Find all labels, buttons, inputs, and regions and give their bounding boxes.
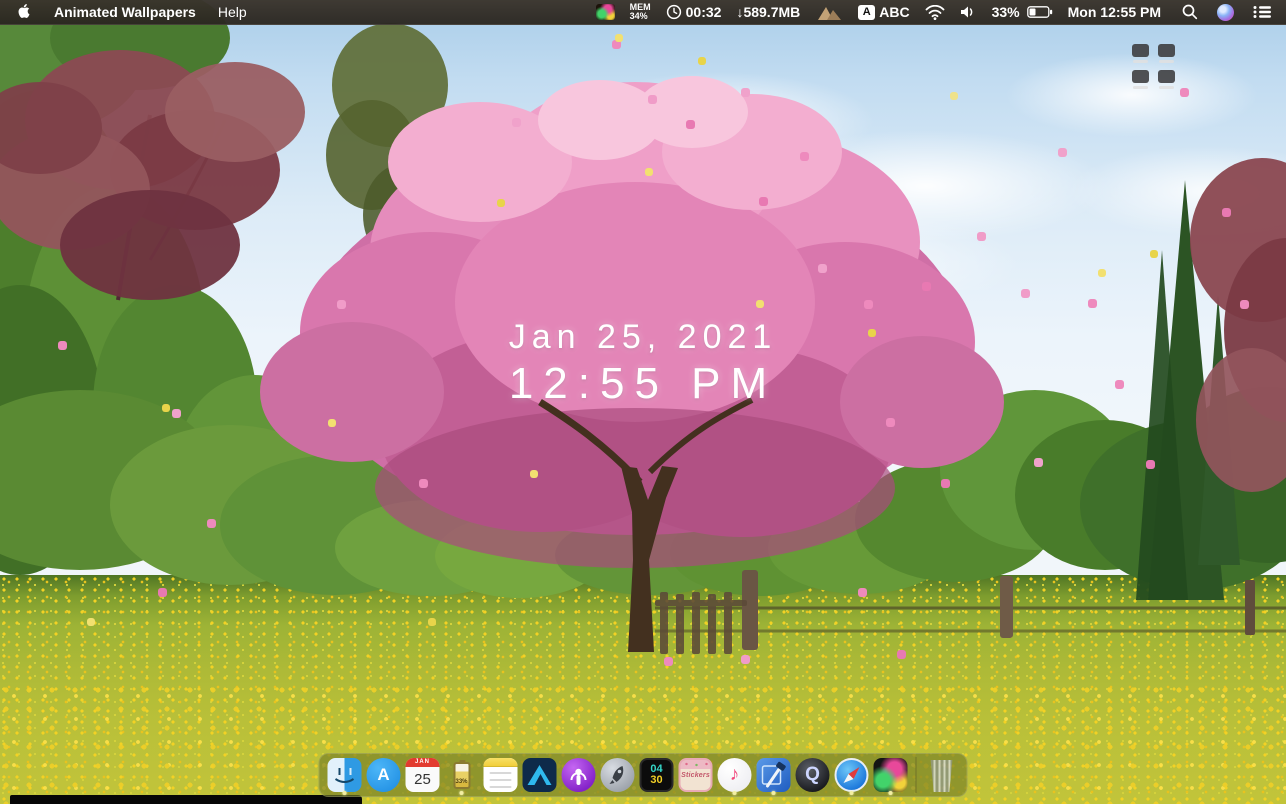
menubar-clock[interactable]: Mon 12:55 PM xyxy=(1068,4,1161,20)
dock: A JAN 25 33% 04 30 Stickers ♪ Q xyxy=(318,753,968,797)
calendar-icon: JAN 25 xyxy=(405,758,440,792)
timer-value: 00:32 xyxy=(685,4,722,20)
siri-icon xyxy=(1217,3,1234,21)
running-indicator xyxy=(459,791,464,795)
safari-icon xyxy=(834,758,869,792)
desktop-file-icon[interactable] xyxy=(1132,70,1149,89)
battery-percent: 33% xyxy=(991,4,1020,20)
desktop-files-grid[interactable] xyxy=(1132,44,1175,89)
menubar-siri[interactable] xyxy=(1217,3,1234,21)
desktop-file-icon[interactable] xyxy=(1158,44,1175,63)
finder-icon xyxy=(327,758,362,792)
dock-item-stickers[interactable]: Stickers xyxy=(678,754,714,796)
fireworks-app-icon xyxy=(595,4,615,20)
wallpaper-trees xyxy=(0,0,1286,654)
running-indicator xyxy=(732,791,737,795)
dock-item-app-store[interactable]: A xyxy=(366,754,402,796)
input-method-icon: A xyxy=(858,4,876,20)
desktop-file-icon[interactable] xyxy=(1158,70,1175,89)
mem-value: 34% xyxy=(629,11,648,21)
menu-bar: Animated Wallpapers Help MEM 34% 00:32 ↓… xyxy=(0,0,1286,25)
music-icon: ♪ xyxy=(717,758,752,792)
stickers-label: Stickers xyxy=(681,771,710,779)
dock-item-xcode[interactable] xyxy=(756,754,792,796)
app-store-glyph: A xyxy=(377,765,390,784)
stickers-icon: Stickers xyxy=(678,758,713,792)
dock-item-podcasts[interactable] xyxy=(561,754,597,796)
spotlight-search-icon xyxy=(1182,4,1198,20)
apple-logo-icon xyxy=(18,4,30,18)
menubar-notification-center[interactable] xyxy=(1253,5,1272,19)
countdown-icon: 04 30 xyxy=(639,758,674,792)
input-method-name: ABC xyxy=(879,4,910,20)
dock-item-notes[interactable] xyxy=(483,754,519,796)
music-note-glyph: ♪ xyxy=(729,764,740,785)
dock-item-safari[interactable] xyxy=(834,754,870,796)
quicktime-icon: Q xyxy=(795,758,830,792)
menubar-input-source[interactable]: A ABC xyxy=(858,4,910,20)
running-indicator xyxy=(342,791,347,795)
desktop-file-icon[interactable] xyxy=(1132,44,1149,63)
dock-item-countdown[interactable]: 04 30 xyxy=(639,754,675,796)
menubar-timer[interactable]: 00:32 xyxy=(666,4,722,20)
notes-icon xyxy=(483,758,518,792)
menubar-battery[interactable]: 33% xyxy=(992,4,1053,20)
volume-icon xyxy=(960,6,972,18)
clock-icon xyxy=(666,4,681,20)
menubar-app-name[interactable]: Animated Wallpapers xyxy=(54,4,196,20)
countdown-bottom: 30 xyxy=(650,774,663,786)
animated-wallpapers-icon xyxy=(873,758,908,792)
menubar-volume[interactable] xyxy=(960,5,977,19)
battery-app-percent: 33% xyxy=(455,778,468,785)
dock-item-affinity-designer[interactable] xyxy=(522,754,558,796)
menubar-help-menu[interactable]: Help xyxy=(218,4,247,20)
menubar-datetime: Mon 12:55 PM xyxy=(1067,4,1161,20)
wallpaper-letterbox-strip xyxy=(10,795,362,804)
dock-item-music[interactable]: ♪ xyxy=(717,754,753,796)
dock-item-calendar[interactable]: JAN 25 xyxy=(405,754,441,796)
xcode-icon xyxy=(756,758,791,792)
running-indicator xyxy=(888,791,893,795)
menubar-network-download[interactable]: ↓589.7MB xyxy=(736,4,800,20)
dock-separator xyxy=(915,757,917,793)
menubar-wifi[interactable] xyxy=(925,4,945,20)
dock-item-trash[interactable] xyxy=(924,754,960,796)
battery-icon xyxy=(1026,6,1052,18)
running-indicator xyxy=(849,791,854,795)
apple-menu[interactable] xyxy=(18,4,32,20)
wifi-icon xyxy=(925,4,945,20)
calendar-day: 25 xyxy=(414,771,431,788)
calendar-month: JAN xyxy=(405,758,440,767)
mountain-icon xyxy=(818,6,842,20)
notification-list-icon xyxy=(1253,6,1271,18)
menubar-memory-status[interactable]: MEM 34% xyxy=(629,2,651,22)
menubar-fireworks-app[interactable] xyxy=(595,4,615,20)
menubar-mounty-app[interactable] xyxy=(815,4,843,21)
rocket-icon xyxy=(600,758,635,792)
running-indicator xyxy=(771,791,776,795)
podcasts-icon xyxy=(561,758,596,792)
quicktime-glyph: Q xyxy=(805,764,820,785)
desktop: Jan 25, 2021 12:55 PM Animated Wallpaper… xyxy=(0,0,1286,804)
dock-item-finder[interactable] xyxy=(327,754,363,796)
trash-icon xyxy=(930,760,953,792)
download-value: ↓589.7MB xyxy=(736,4,801,20)
battery-app-icon: 33% xyxy=(445,758,479,792)
menubar-spotlight[interactable] xyxy=(1182,4,1198,20)
dock-item-battery-app[interactable]: 33% xyxy=(444,754,480,796)
affinity-designer-icon xyxy=(522,758,557,792)
app-store-icon: A xyxy=(366,758,401,792)
dock-item-rocket-launcher[interactable] xyxy=(600,754,636,796)
dock-item-quicktime[interactable]: Q xyxy=(795,754,831,796)
dock-item-animated-wallpapers[interactable] xyxy=(873,754,909,796)
